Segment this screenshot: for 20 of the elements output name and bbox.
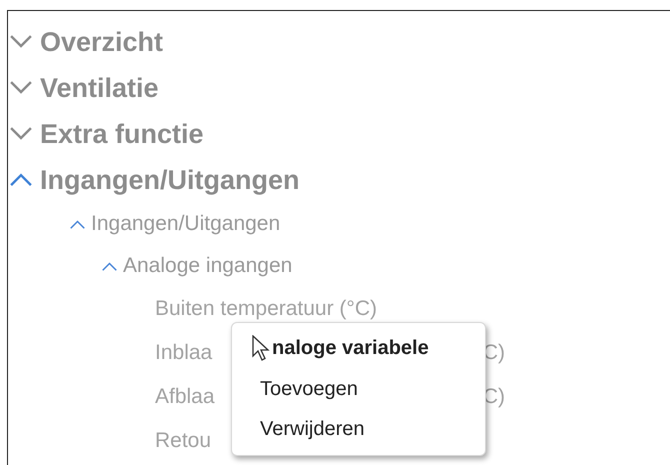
section-header[interactable]: Ingangen/Uitgangen [40,164,300,196]
menu-item[interactable]: Verwijderen [232,409,485,449]
tree-item-label[interactable]: Buiten temperatuur (°C) [155,297,377,321]
tree-item[interactable]: Analoge ingangen [123,254,292,278]
tree-item-label[interactable]: Afblaa [155,385,215,409]
menu-title: naloge variabele [272,336,429,360]
tree-item-label[interactable]: Retou [155,429,212,453]
mouse-pointer-icon [252,335,270,361]
section-header[interactable]: Extra functie [40,118,204,150]
chevron-up-icon[interactable] [70,220,85,228]
section-header[interactable]: Overzicht [40,26,164,58]
tree-item-label[interactable]: Inblaa [155,341,212,365]
menu-item[interactable]: Toevoegen [232,369,485,409]
section-header[interactable]: Ventilatie [40,72,159,104]
chevron-down-icon[interactable] [10,127,32,141]
chevron-up-icon[interactable] [102,262,117,270]
chevron-up-icon[interactable] [10,173,32,187]
tree-item[interactable]: Ingangen/Uitgangen [91,212,280,236]
chevron-down-icon[interactable] [10,81,32,95]
chevron-down-icon[interactable] [10,35,32,49]
